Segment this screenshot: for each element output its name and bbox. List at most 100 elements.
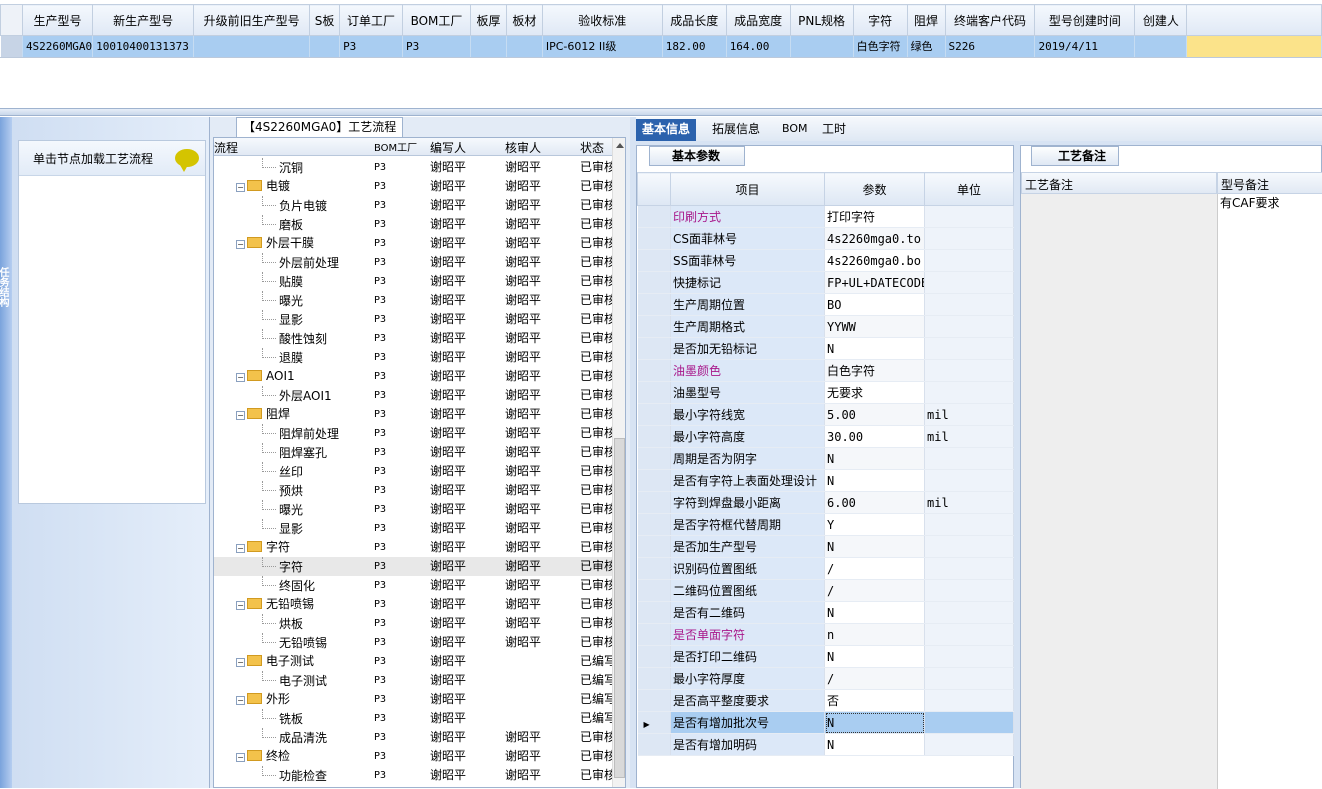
tab-basic-info[interactable]: 基本信息 — [636, 119, 697, 141]
param-value[interactable]: n — [824, 623, 925, 646]
tab-extended-info[interactable]: 拓展信息 — [706, 119, 766, 141]
tree-row[interactable]: − 电镀 P3 谢昭平 谢昭平 已审核 — [214, 177, 614, 196]
tree-row[interactable]: 显影 P3 谢昭平 谢昭平 已审核 — [214, 519, 614, 538]
tab-labor-hours[interactable]: 工时 — [816, 119, 852, 141]
top-cell[interactable]: 白色字符 — [853, 35, 908, 57]
tree-row[interactable]: 功能检查 P3 谢昭平 谢昭平 已审核 — [214, 766, 614, 785]
top-cell[interactable]: 绿色 — [907, 35, 946, 57]
tree-node-name[interactable]: − 外层干膜 — [214, 234, 369, 253]
param-row-indicator[interactable] — [637, 623, 671, 646]
param-row[interactable]: 识别码位置图纸 / — [637, 557, 1014, 580]
param-row[interactable]: 二维码位置图纸 / — [637, 579, 1014, 602]
param-value[interactable]: / — [824, 667, 925, 690]
param-row[interactable]: 快捷标记 FP+UL+DATECODE — [637, 271, 1014, 294]
param-row-indicator[interactable] — [637, 557, 671, 580]
tree-row[interactable]: 电子测试 P3 谢昭平 已编写 — [214, 671, 614, 690]
param-row-indicator[interactable] — [637, 293, 671, 316]
param-row-indicator[interactable] — [637, 425, 671, 448]
tree-node-name[interactable]: 丝印 — [214, 462, 369, 482]
param-row-indicator[interactable] — [637, 227, 671, 250]
tree-node-name[interactable]: − 终检 — [214, 747, 369, 766]
top-cell[interactable]: P3 — [339, 35, 404, 57]
tree-row[interactable]: 外层AOI1 P3 谢昭平 谢昭平 已审核 — [214, 386, 614, 405]
tree-row[interactable]: 负片电镀 P3 谢昭平 谢昭平 已审核 — [214, 196, 614, 215]
tree-row[interactable]: 磨板 P3 谢昭平 谢昭平 已审核 — [214, 215, 614, 234]
collapse-icon[interactable]: − — [236, 411, 245, 420]
param-row-indicator[interactable] — [637, 601, 671, 624]
top-cell[interactable] — [309, 35, 341, 57]
col-header-flow[interactable]: 流程 — [214, 139, 238, 156]
param-row-indicator[interactable] — [637, 337, 671, 360]
param-row-indicator[interactable] — [637, 359, 671, 382]
param-value[interactable]: BO — [824, 293, 925, 316]
param-row-indicator[interactable] — [637, 271, 671, 294]
top-cell[interactable]: 2019/4/11 — [1034, 35, 1136, 57]
collapse-icon[interactable]: − — [236, 753, 245, 762]
tree-node-name[interactable]: 显影 — [214, 310, 369, 330]
tree-scrollbar[interactable] — [612, 138, 625, 787]
tree-node-name[interactable]: 阻焊前处理 — [214, 424, 369, 444]
top-cell[interactable] — [470, 35, 507, 57]
collapse-icon[interactable]: − — [236, 658, 245, 667]
tree-node-name[interactable]: 电子测试 — [214, 671, 369, 691]
param-row-indicator[interactable] — [637, 403, 671, 426]
tree-node-name[interactable]: 无铅喷锡 — [214, 633, 369, 653]
tree-node-name[interactable]: 烘板 — [214, 614, 369, 634]
param-value[interactable]: N — [824, 447, 925, 470]
tree-node-name[interactable]: − 字符 — [214, 538, 369, 557]
collapse-icon[interactable]: − — [236, 696, 245, 705]
tree-row[interactable]: 预烘 P3 谢昭平 谢昭平 已审核 — [214, 481, 614, 500]
top-col-header[interactable]: 生产型号 — [21, 4, 94, 36]
tree-row[interactable]: − AOI1 P3 谢昭平 谢昭平 已审核 — [214, 367, 614, 386]
tree-node-name[interactable]: 显影 — [214, 519, 369, 539]
col-header-bom[interactable]: BOM工厂 — [374, 139, 417, 154]
top-cell[interactable] — [1134, 35, 1188, 57]
tree-row[interactable]: 沉铜 P3 谢昭平 谢昭平 已审核 — [214, 158, 614, 177]
param-value[interactable]: N — [824, 601, 925, 624]
top-col-header[interactable]: 升级前旧生产型号 — [193, 4, 311, 36]
param-value[interactable]: 30.00 — [824, 425, 925, 448]
param-row[interactable]: 是否加生产型号 N — [637, 535, 1014, 558]
param-value[interactable]: FP+UL+DATECODE — [824, 271, 925, 294]
tree-node-name[interactable]: 阻焊塞孔 — [214, 443, 369, 463]
tree-row[interactable]: − 电子测试 P3 谢昭平 已编写 — [214, 652, 614, 671]
param-row-indicator[interactable] — [637, 645, 671, 668]
tree-row[interactable]: − 字符 P3 谢昭平 谢昭平 已审核 — [214, 538, 614, 557]
param-row-indicator[interactable] — [637, 535, 671, 558]
param-row-indicator[interactable]: ▶ — [637, 711, 671, 734]
param-row[interactable]: 是否有字符上表面处理设计 N — [637, 469, 1014, 492]
param-value[interactable]: N — [824, 733, 925, 756]
col-header-reviewer[interactable]: 核审人 — [505, 139, 541, 156]
tree-node-name[interactable]: 终固化 — [214, 576, 369, 596]
param-value[interactable]: N — [824, 535, 925, 558]
tab-bom[interactable]: BOM — [776, 119, 814, 141]
tree-node-name[interactable]: 字符 — [214, 557, 369, 577]
top-cell[interactable] — [193, 35, 311, 57]
top-col-header[interactable]: 板厚 — [469, 4, 507, 36]
top-cell[interactable] — [506, 35, 543, 57]
top-col-header[interactable]: PNL规格 — [789, 4, 854, 36]
tree-row[interactable]: 阻焊塞孔 P3 谢昭平 谢昭平 已审核 — [214, 443, 614, 462]
param-row-indicator[interactable] — [637, 447, 671, 470]
param-row[interactable]: 生产周期格式 YYWW — [637, 315, 1014, 338]
top-col-header[interactable]: 终端客户代码 — [944, 4, 1036, 36]
param-row[interactable]: 是否有二维码 N — [637, 601, 1014, 624]
tree-row[interactable]: − 外形 P3 谢昭平 已编写 — [214, 690, 614, 709]
top-col-header[interactable]: 阻焊 — [906, 4, 946, 36]
tree-row[interactable]: 无铅喷锡 P3 谢昭平 谢昭平 已审核 — [214, 633, 614, 652]
param-row[interactable]: 周期是否为阴字 N — [637, 447, 1014, 470]
param-row[interactable]: 是否高平整度要求否 — [637, 689, 1014, 712]
tree-row[interactable]: − 阻焊 P3 谢昭平 谢昭平 已审核 — [214, 405, 614, 424]
top-col-header[interactable]: BOM工厂 — [402, 4, 471, 36]
params-col-unit[interactable]: 单位 — [924, 172, 1014, 206]
tree-node-name[interactable]: − 阻焊 — [214, 405, 369, 424]
param-row-indicator[interactable] — [637, 249, 671, 272]
top-cell[interactable]: 182.00 — [662, 35, 727, 57]
param-row-indicator[interactable] — [637, 381, 671, 404]
tree-row[interactable]: 显影 P3 谢昭平 谢昭平 已审核 — [214, 310, 614, 329]
param-value[interactable]: 4s2260mga0.to — [824, 227, 925, 250]
tree-row[interactable]: 铣板 P3 谢昭平 已编写 — [214, 709, 614, 728]
param-row[interactable]: 是否打印二维码 N — [637, 645, 1014, 668]
top-cell[interactable]: 10010400131373 — [92, 35, 195, 57]
tree-node-name[interactable]: 曝光 — [214, 291, 369, 311]
